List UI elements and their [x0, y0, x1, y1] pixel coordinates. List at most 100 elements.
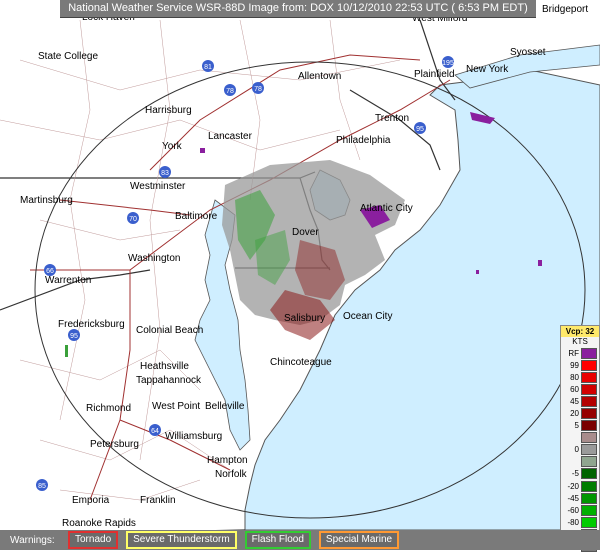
legend-row	[561, 432, 599, 444]
warning-chip[interactable]: Special Marine	[318, 531, 400, 549]
shield-label: 70	[129, 216, 137, 223]
legend-label: 5	[574, 421, 579, 431]
legend-swatch	[581, 516, 597, 528]
warnings-bar: Warnings: Tornado Severe Thunderstorm Flas…	[0, 530, 600, 550]
city-label: Fredericksburg	[58, 319, 125, 330]
shield-label: 195	[442, 60, 454, 67]
shield-195: 195	[442, 56, 454, 68]
city-label: Hampton	[207, 455, 248, 466]
legend-swatch	[581, 395, 597, 407]
shield-label: 95	[70, 333, 78, 340]
legend-swatch	[581, 347, 597, 359]
legend-row: 5	[561, 420, 599, 432]
velocity-legend: Vcp: 32 KTS RF 99 80 60 45 20 5 0 -5 -20 -45 -60 -80…	[560, 325, 600, 553]
radar-map: 81 78 95 83 70 66 95 64 85 195 78 State …	[0, 4, 600, 530]
shield-70: 70	[127, 212, 139, 224]
city-label: Belleville	[205, 401, 245, 412]
legend-swatch	[581, 383, 597, 395]
legend-swatch	[581, 408, 597, 420]
legend-row: -60	[561, 504, 599, 516]
shield-95: 95	[414, 122, 426, 134]
legend-swatch	[581, 371, 597, 383]
legend-row: 99	[561, 359, 599, 371]
city-label: Philadelphia	[336, 135, 391, 146]
city-label: Ocean City	[343, 311, 392, 322]
legend-label: RF	[568, 348, 579, 358]
warning-chip[interactable]: Severe Thunderstorm	[126, 531, 237, 549]
legend-row: RF	[561, 347, 599, 359]
legend-label: -20	[567, 481, 579, 491]
city-label: Chincoteague	[270, 357, 332, 368]
legend-label: 60	[570, 384, 579, 394]
legend-title: Vcp: 32	[561, 326, 599, 337]
legend-swatch	[581, 444, 597, 456]
legend-label: 45	[570, 396, 579, 406]
city-label: Trenton	[375, 113, 409, 124]
legend-row: -5	[561, 468, 599, 480]
warning-chip[interactable]: Tornado	[68, 531, 119, 549]
shield-label: 66	[46, 268, 54, 275]
shield-label: 83	[161, 170, 169, 177]
shield-78b: 78	[252, 82, 264, 94]
legend-swatch	[581, 456, 597, 468]
legend-row: 20	[561, 407, 599, 420]
shield-label: 81	[204, 64, 212, 71]
legend-label: 80	[570, 372, 579, 382]
legend-label: 99	[570, 360, 579, 370]
legend-label: -60	[567, 505, 579, 515]
city-label: Emporia	[72, 495, 110, 506]
legend-row	[561, 456, 599, 468]
city-label: Tappahannock	[136, 375, 202, 386]
city-label: Petersburg	[90, 439, 139, 450]
city-label: Franklin	[140, 495, 176, 506]
legend-swatch	[581, 492, 597, 504]
legend-row: -45	[561, 492, 599, 504]
warnings-title: Warnings:	[10, 534, 55, 546]
city-label: York	[162, 141, 183, 152]
city-label: Richmond	[86, 403, 131, 414]
shield-label: 85	[38, 483, 46, 490]
shield-95b: 95	[68, 329, 80, 341]
shield-83: 83	[159, 166, 171, 178]
city-label: Dover	[292, 227, 319, 238]
legend-label: 0	[574, 445, 579, 455]
shield-label: 64	[151, 428, 159, 435]
legend-swatch	[581, 420, 597, 432]
city-label: Roanoke Rapids	[62, 518, 136, 529]
warning-chip[interactable]: Flash Flood	[244, 531, 311, 549]
legend-unit: KTS	[572, 337, 588, 346]
legend-row: 80	[561, 371, 599, 383]
legend-row: -80	[561, 516, 599, 528]
shield-85: 85	[36, 479, 48, 491]
legend-swatch	[581, 432, 597, 444]
city-label: Heathsville	[140, 361, 189, 372]
city-label: State College	[38, 51, 98, 62]
city-label: Atlantic City	[360, 203, 413, 214]
city-label: Plainfield	[414, 69, 455, 80]
city-label: Colonial Beach	[136, 325, 203, 336]
city-label: Syosset	[510, 47, 546, 58]
shield-label: 78	[254, 86, 262, 93]
shield-81: 81	[202, 60, 214, 72]
legend-label: -45	[567, 493, 579, 503]
city-label: Martinsburg	[20, 195, 73, 206]
city-label: Warrenton	[45, 275, 91, 286]
city-label: Norfolk	[215, 469, 248, 480]
city-label: Lancaster	[208, 131, 253, 142]
shield-64: 64	[149, 424, 161, 436]
shield-78: 78	[224, 84, 236, 96]
city-label: Williamsburg	[165, 431, 222, 442]
legend-rows: RF998060452050-5-20-45-60-80-99ND	[561, 347, 599, 553]
legend-swatch	[581, 359, 597, 371]
city-label: Allentown	[298, 71, 341, 82]
legend-row: -20	[561, 480, 599, 492]
legend-row: 60	[561, 383, 599, 395]
shield-label: 95	[416, 126, 424, 133]
legend-swatch	[581, 504, 597, 516]
city-label: Washington	[128, 253, 180, 264]
legend-row: 0	[561, 444, 599, 456]
legend-label: -5	[571, 469, 579, 479]
legend-swatch	[581, 480, 597, 492]
city-label: Harrisburg	[145, 105, 192, 116]
city-label: Bridgeport	[542, 4, 588, 15]
